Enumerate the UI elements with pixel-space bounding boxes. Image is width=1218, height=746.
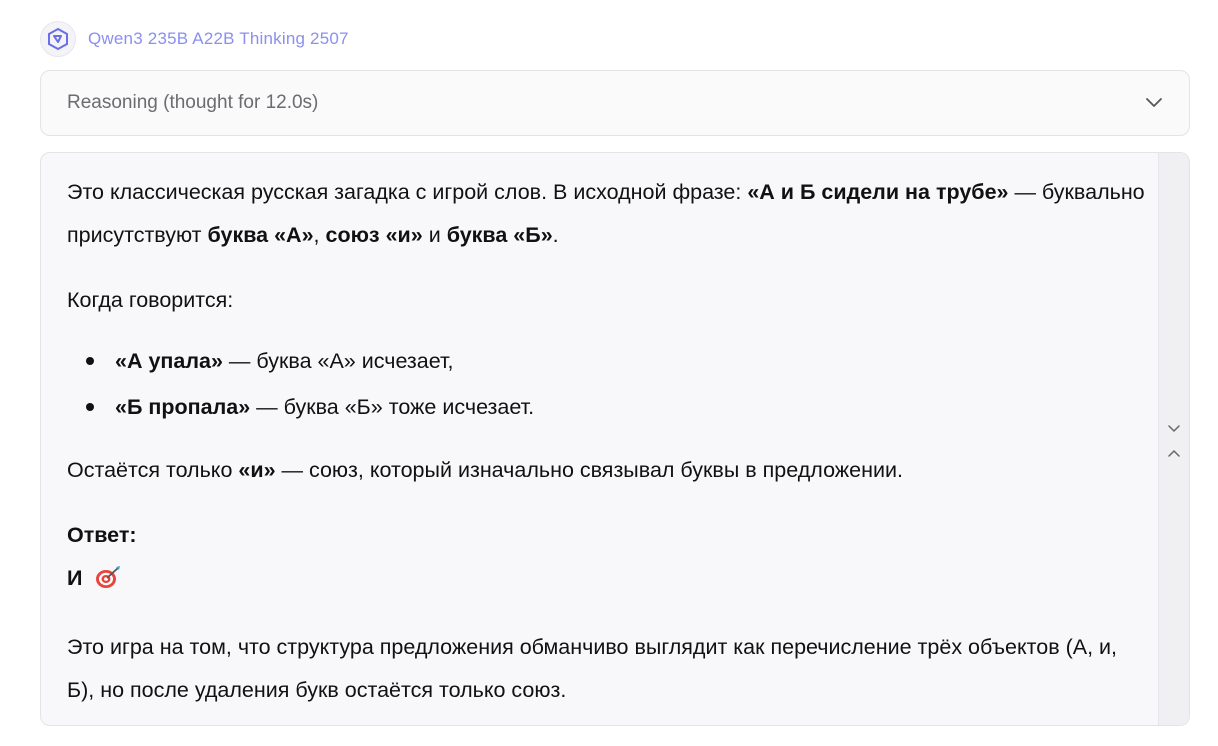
model-header: Qwen3 235B A22B Thinking 2507: [40, 20, 349, 58]
text: Остаётся только: [67, 458, 239, 482]
answer-paragraph-remains: Остаётся только «и» — союз, который изна…: [67, 449, 1147, 492]
list-item: «Б пропала» — буква «Б» тоже исчезает.: [67, 384, 1147, 430]
answer-value: И: [67, 557, 1147, 604]
bold-phrase: И: [67, 566, 83, 590]
qwen-logo-icon: [40, 21, 76, 57]
bold-phrase: союз «и»: [325, 223, 423, 247]
chevron-down-icon[interactable]: [1167, 421, 1181, 433]
bold-phrase: «А упала»: [115, 349, 223, 373]
answer-paragraph-conclusion: Это игра на том, что структура предложен…: [67, 635, 1118, 702]
reasoning-toggle[interactable]: Reasoning (thought for 12.0s): [40, 70, 1190, 136]
answer-content: Это классическая русская загадка с игрой…: [67, 171, 1147, 712]
bold-phrase: «Б пропала»: [115, 395, 251, 419]
bold-phrase: буква «А»: [207, 223, 314, 247]
bullet-list: «А упала» — буква «А» исчезает, «Б пропа…: [67, 338, 1147, 430]
bold-phrase: буква «Б»: [446, 223, 553, 247]
text: .: [552, 223, 559, 247]
text: Это классическая русская загадка с игрой…: [67, 180, 748, 204]
chevron-up-icon[interactable]: [1167, 445, 1181, 457]
scrollbar[interactable]: [1158, 153, 1189, 725]
text: — буква «А» исчезает,: [222, 349, 454, 373]
answer-panel[interactable]: Это классическая русская загадка с игрой…: [40, 152, 1190, 726]
bold-phrase: «и»: [238, 458, 276, 482]
text: — буква «Б» тоже исчезает.: [250, 395, 535, 419]
text: и: [422, 223, 447, 247]
list-item: «А упала» — буква «А» исчезает,: [67, 338, 1147, 384]
bold-phrase: Ответ:: [67, 523, 137, 547]
answer-paragraph-when: Когда говорится:: [67, 288, 234, 312]
model-name: Qwen3 235B A22B Thinking 2507: [88, 29, 349, 48]
chevron-down-icon: [1145, 97, 1163, 109]
reasoning-label: Reasoning (thought for 12.0s): [67, 92, 319, 113]
text: — союз, который изначально связывал букв…: [275, 458, 904, 482]
answer-label: Ответ:: [67, 514, 1147, 557]
answer-paragraph-intro: Это классическая русская загадка с игрой…: [67, 171, 1147, 257]
text: ,: [313, 223, 326, 247]
bold-phrase: «А и Б сидели на трубе»: [747, 180, 1009, 204]
target-icon: [94, 561, 122, 604]
